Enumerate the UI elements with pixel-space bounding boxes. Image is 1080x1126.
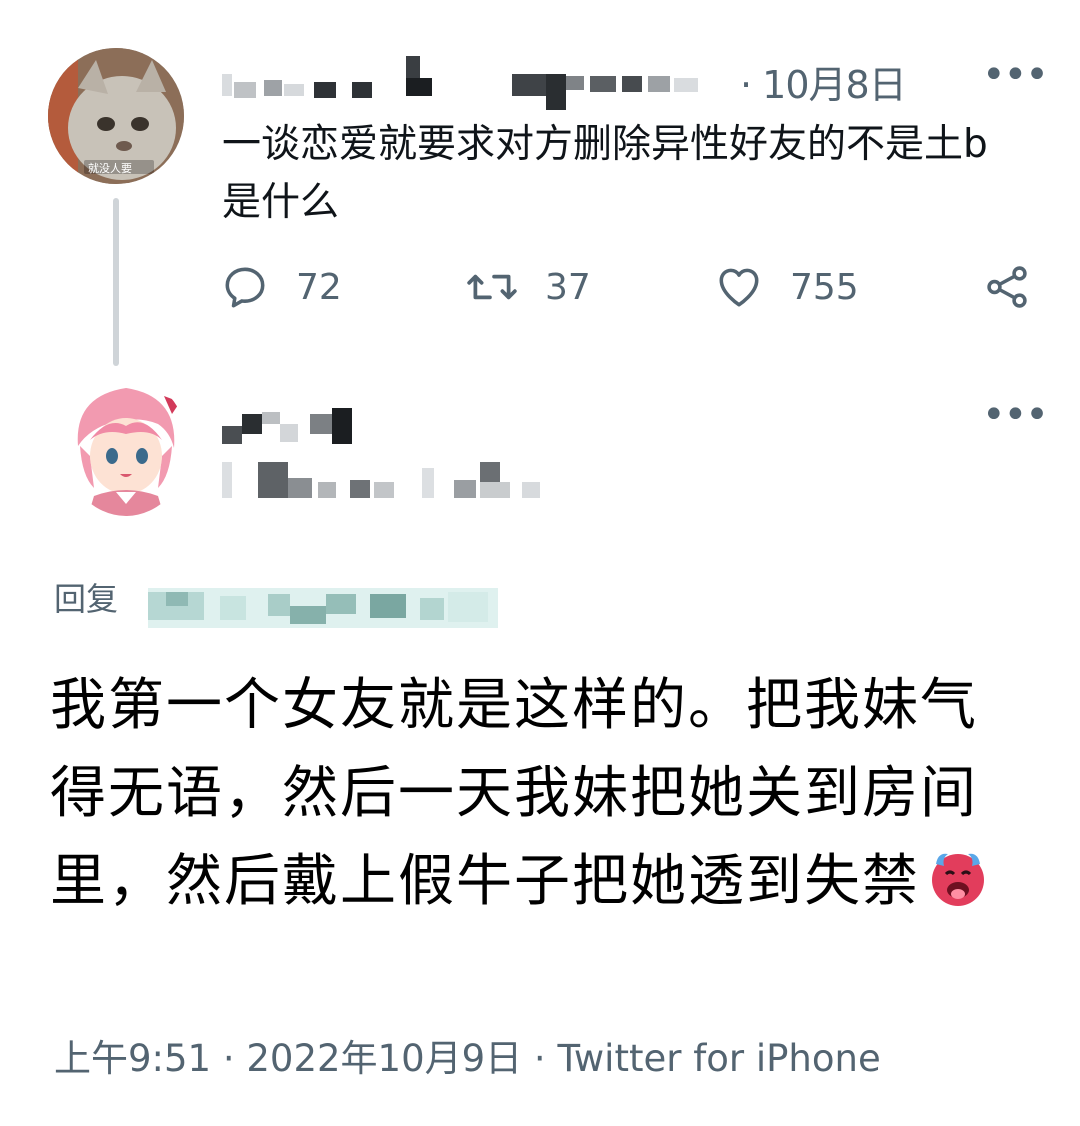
- like-icon: [719, 268, 759, 307]
- reply-handle-blurred[interactable]: [222, 460, 562, 500]
- parent-tweet-text: 一谈恋爱就要求对方删除异性好友的不是土b是什么: [222, 122, 988, 225]
- retweet-count: 37: [545, 266, 591, 308]
- thread-line: [113, 198, 119, 366]
- retweet-icon: [467, 274, 517, 300]
- like-button[interactable]: 755: [714, 262, 859, 312]
- reply-icon: [225, 267, 265, 308]
- parent-display-name-blurred[interactable]: [222, 56, 452, 106]
- hot-face-emoji: [932, 853, 984, 906]
- reply-footer-meta: 上午9:51 · 2022年10月9日 · Twitter for iPhone: [54, 1037, 881, 1080]
- parent-handle-blurred[interactable]: [512, 64, 722, 110]
- more-icon[interactable]: •••: [982, 52, 1049, 98]
- reply-tweet-text: 我第一个女友就是这样的。把我妹气得无语，然后一天我妹把她关到房间里，然后戴上假牛…: [50, 662, 1010, 926]
- parent-avatar[interactable]: 就没人要: [48, 48, 184, 184]
- share-icon: [987, 266, 1027, 308]
- reply-to-handle-blurred[interactable]: [148, 588, 498, 628]
- avatar-caption: 就没人要: [88, 161, 132, 175]
- reply-button[interactable]: 72: [220, 262, 342, 312]
- reply-display-name-blurred[interactable]: [222, 404, 354, 444]
- reply-text-content: 我第一个女友就是这样的。把我妹气得无语，然后一天我妹把她关到房间里，然后戴上假牛…: [50, 673, 978, 914]
- like-count: 755: [790, 266, 859, 308]
- parent-timestamp[interactable]: · 10月8日: [740, 54, 907, 109]
- reply-count: 72: [296, 266, 342, 308]
- reply-avatar[interactable]: [64, 376, 188, 516]
- reply-to-label: 回复: [54, 580, 119, 618]
- share-button[interactable]: [982, 262, 1032, 312]
- retweet-button[interactable]: 37: [465, 262, 591, 312]
- anime-avatar-image: [64, 384, 188, 516]
- more-icon[interactable]: •••: [982, 392, 1049, 438]
- cat-avatar-image: 就没人要: [48, 48, 184, 184]
